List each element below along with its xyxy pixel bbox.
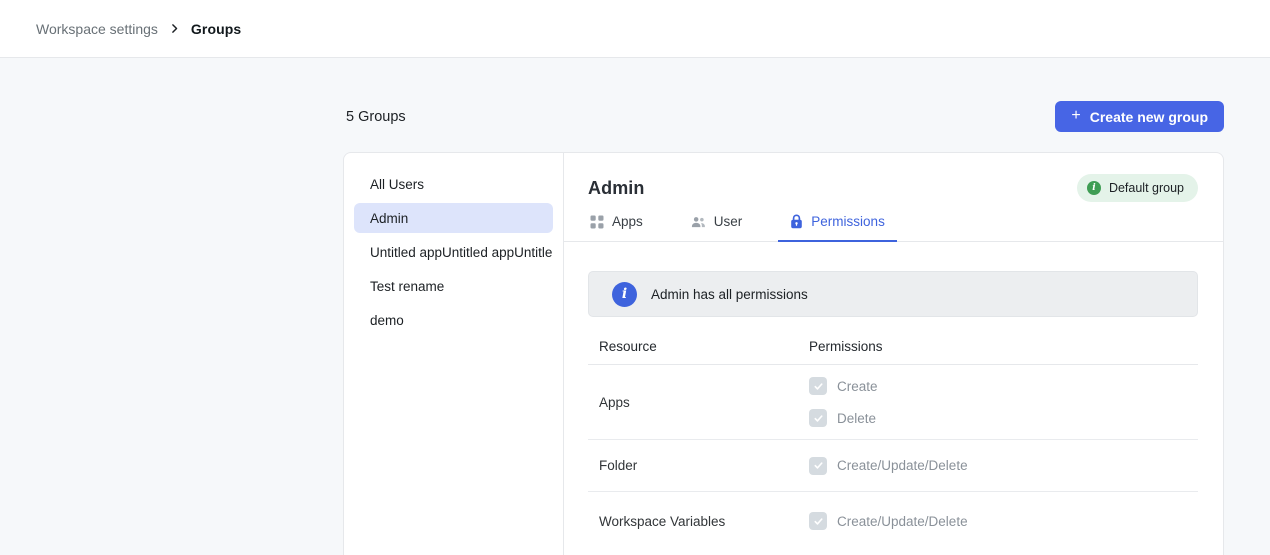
checkbox-checked-disabled: [809, 457, 827, 475]
table-row-folder: Folder Create/Update/Delete: [588, 440, 1198, 492]
resource-label: Apps: [588, 395, 809, 410]
group-item-test-rename[interactable]: Test rename: [354, 271, 553, 301]
groups-settings-page: Workspace settings Groups 5 Groups + Cre…: [0, 0, 1270, 555]
permission-label: Create/Update/Delete: [837, 514, 968, 529]
permissions-cell: Create/Update/Delete: [809, 454, 968, 478]
default-group-badge-label: Default group: [1109, 181, 1184, 195]
tab-user[interactable]: User: [679, 214, 755, 242]
group-list: All Users Admin Untitled appUntitled app…: [344, 153, 564, 555]
plus-icon: +: [1071, 108, 1080, 124]
group-detail-tabs: Apps User: [564, 214, 1223, 242]
resource-label: Folder: [588, 458, 809, 473]
group-item-untitled-app[interactable]: Untitled appUntitled appUntitle…: [354, 237, 553, 267]
groups-count-label: 5 Groups: [343, 109, 406, 125]
permission-label: Create/Update/Delete: [837, 458, 968, 473]
users-icon: [691, 215, 706, 229]
permissions-table-header: Resource Permissions: [588, 317, 1198, 365]
checkbox-checked-disabled: [809, 512, 827, 530]
permissions-info-banner: i Admin has all permissions: [588, 271, 1198, 317]
table-row-workspace-variables: Workspace Variables Create/Update/Delete: [588, 492, 1198, 550]
permission-label: Create: [837, 379, 878, 394]
tab-user-label: User: [714, 214, 743, 229]
top-header: Workspace settings Groups: [0, 0, 1270, 58]
tab-apps[interactable]: Apps: [588, 214, 655, 242]
grid-icon: [590, 215, 604, 229]
info-icon: i: [1087, 181, 1101, 195]
tab-apps-label: Apps: [612, 214, 643, 229]
resource-label: Workspace Variables: [588, 514, 809, 529]
chevron-right-icon: [168, 22, 181, 35]
breadcrumb: Workspace settings Groups: [36, 21, 241, 37]
lock-icon: [790, 214, 803, 229]
table-row-apps: Apps Create: [588, 365, 1198, 440]
create-new-group-label: Create new group: [1090, 109, 1208, 125]
group-detail-header: Admin i Default group: [588, 173, 1198, 203]
default-group-badge: i Default group: [1077, 174, 1198, 202]
permission-option-crud: Create/Update/Delete: [809, 509, 968, 533]
permission-option-delete: Delete: [809, 406, 878, 430]
banner-text: Admin has all permissions: [651, 287, 808, 302]
group-detail-panel: Admin i Default group: [564, 153, 1223, 555]
permission-option-crud: Create/Update/Delete: [809, 454, 968, 478]
group-item-demo[interactable]: demo: [354, 305, 553, 335]
permission-option-create: Create: [809, 374, 878, 398]
permission-label: Delete: [837, 411, 876, 426]
checkbox-checked-disabled: [809, 409, 827, 427]
tab-permissions-label: Permissions: [811, 214, 885, 229]
column-header-permissions: Permissions: [809, 339, 883, 354]
breadcrumb-groups: Groups: [191, 21, 241, 37]
tab-permissions[interactable]: Permissions: [778, 214, 897, 242]
column-header-resource: Resource: [588, 339, 809, 354]
permissions-table: Resource Permissions Apps Create: [588, 317, 1198, 550]
group-title: Admin: [588, 178, 645, 199]
groups-toolbar: 5 Groups + Create new group: [343, 101, 1224, 132]
group-item-all-users[interactable]: All Users: [354, 169, 553, 199]
group-item-admin[interactable]: Admin: [354, 203, 553, 233]
checkbox-checked-disabled: [809, 377, 827, 395]
groups-card: All Users Admin Untitled appUntitled app…: [343, 152, 1224, 555]
create-new-group-button[interactable]: + Create new group: [1055, 101, 1224, 132]
info-icon: i: [612, 282, 637, 307]
permissions-cell: Create Delete: [809, 374, 878, 430]
breadcrumb-workspace-settings[interactable]: Workspace settings: [36, 21, 158, 37]
permissions-cell: Create/Update/Delete: [809, 509, 968, 533]
